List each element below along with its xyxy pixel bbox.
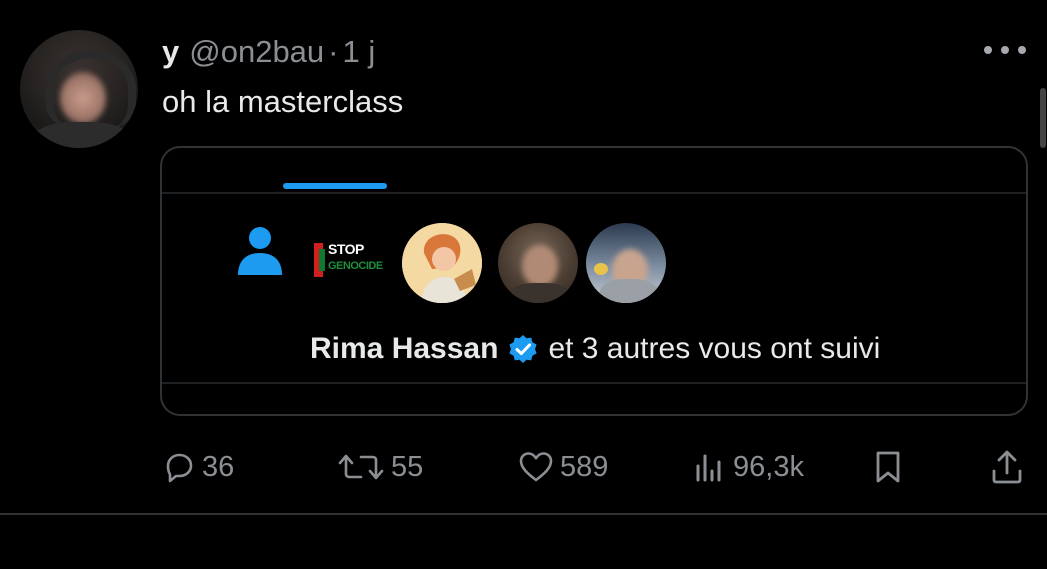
- retweet-button[interactable]: 55: [337, 447, 423, 487]
- tweet-divider: [0, 513, 1047, 515]
- bookmark-button[interactable]: [873, 447, 903, 487]
- reply-count: 36: [202, 450, 235, 483]
- stop-logo-line2: GENOCIDE: [328, 260, 383, 272]
- heart-icon: [519, 452, 553, 482]
- like-count: 589: [560, 450, 609, 483]
- author-name[interactable]: y: [162, 34, 179, 70]
- followed-notification: Rima Hassan et 3 autres vous ont suivi: [310, 330, 880, 368]
- tweet-text: oh la masterclass: [162, 84, 404, 119]
- follower-avatar-hooded[interactable]: [584, 221, 668, 305]
- more-icon[interactable]: [984, 40, 1026, 60]
- followed-rest-text: et 3 autres vous ont suivi: [548, 332, 881, 365]
- card-divider: [162, 382, 1026, 384]
- quoted-screenshot-card[interactable]: STOP GENOCIDE Rima Hassan et 3 autres vo…: [160, 146, 1028, 416]
- share-button[interactable]: [990, 447, 1024, 487]
- follower-avatar-blurred[interactable]: [496, 221, 580, 305]
- scrollbar[interactable]: [1040, 88, 1046, 148]
- followed-user-name[interactable]: Rima Hassan: [310, 332, 498, 366]
- tweet-header: y @on2bau · 1 j: [162, 33, 375, 71]
- author-handle[interactable]: @on2bau: [189, 34, 324, 70]
- like-button[interactable]: 589: [518, 447, 608, 487]
- retweet-icon: [338, 454, 384, 480]
- tweet-time[interactable]: 1 j: [343, 34, 376, 70]
- person-icon: [238, 227, 282, 275]
- retweet-count: 55: [391, 450, 424, 483]
- meta-separator: ·: [328, 34, 339, 69]
- views-count: 96,3k: [733, 450, 804, 483]
- views-button[interactable]: 96,3k: [693, 447, 804, 487]
- verified-badge-icon: [509, 335, 538, 363]
- reply-button[interactable]: 36: [162, 447, 234, 487]
- stop-logo-line1: STOP: [328, 241, 364, 257]
- follower-avatar-illustration[interactable]: [400, 221, 484, 305]
- views-icon: [696, 454, 721, 482]
- active-tab-indicator: [283, 183, 387, 189]
- share-icon: [992, 450, 1022, 484]
- bookmark-icon: [876, 451, 900, 483]
- reply-icon: [166, 453, 193, 483]
- author-avatar[interactable]: [20, 30, 138, 148]
